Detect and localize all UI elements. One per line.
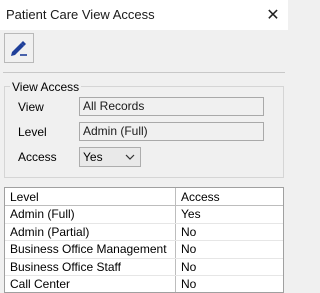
access-cell: No: [181, 277, 197, 291]
table-row[interactable]: Business Office Management No: [5, 241, 283, 259]
close-button[interactable]: ✕: [258, 0, 288, 30]
table-row[interactable]: Call Center No: [5, 276, 283, 292]
access-select-value: Yes: [83, 150, 103, 164]
view-field: All Records: [79, 97, 264, 116]
access-label: Access: [18, 150, 57, 164]
level-field: Admin (Full): [79, 122, 264, 141]
level-cell: Admin (Partial): [10, 224, 90, 239]
column-header-level[interactable]: Level: [5, 188, 175, 206]
access-cell: No: [181, 224, 197, 239]
level-cell: Admin (Full): [10, 207, 75, 221]
edit-button[interactable]: [4, 33, 34, 63]
access-select[interactable]: Yes: [79, 147, 141, 167]
access-grid[interactable]: Level Access Admin (Full) Yes Admin (Par…: [4, 187, 284, 293]
edit-pencil-icon: [11, 41, 27, 56]
level-label: Level: [18, 125, 47, 139]
table-row[interactable]: Business Office Staff No: [5, 259, 283, 276]
column-header-access[interactable]: Access: [176, 188, 283, 206]
view-label: View: [18, 100, 44, 114]
table-row[interactable]: Admin (Partial) No: [5, 224, 283, 241]
window-title: Patient Care View Access: [6, 7, 155, 22]
level-cell: Business Office Management: [10, 242, 167, 256]
toolbar-separator: [3, 72, 285, 73]
table-row[interactable]: Admin (Full) Yes: [5, 206, 283, 224]
title-bar: Patient Care View Access ✕: [0, 0, 288, 30]
close-icon: ✕: [266, 7, 280, 24]
level-cell: Business Office Staff: [10, 259, 121, 274]
chevron-down-icon: [125, 154, 135, 160]
level-cell: Call Center: [10, 277, 71, 291]
access-cell: No: [181, 259, 197, 274]
view-access-group-label: View Access: [10, 80, 82, 94]
toolbar: [0, 30, 288, 70]
access-cell: No: [181, 242, 197, 256]
access-cell: Yes: [181, 207, 201, 221]
grid-header: Level Access: [5, 188, 283, 206]
